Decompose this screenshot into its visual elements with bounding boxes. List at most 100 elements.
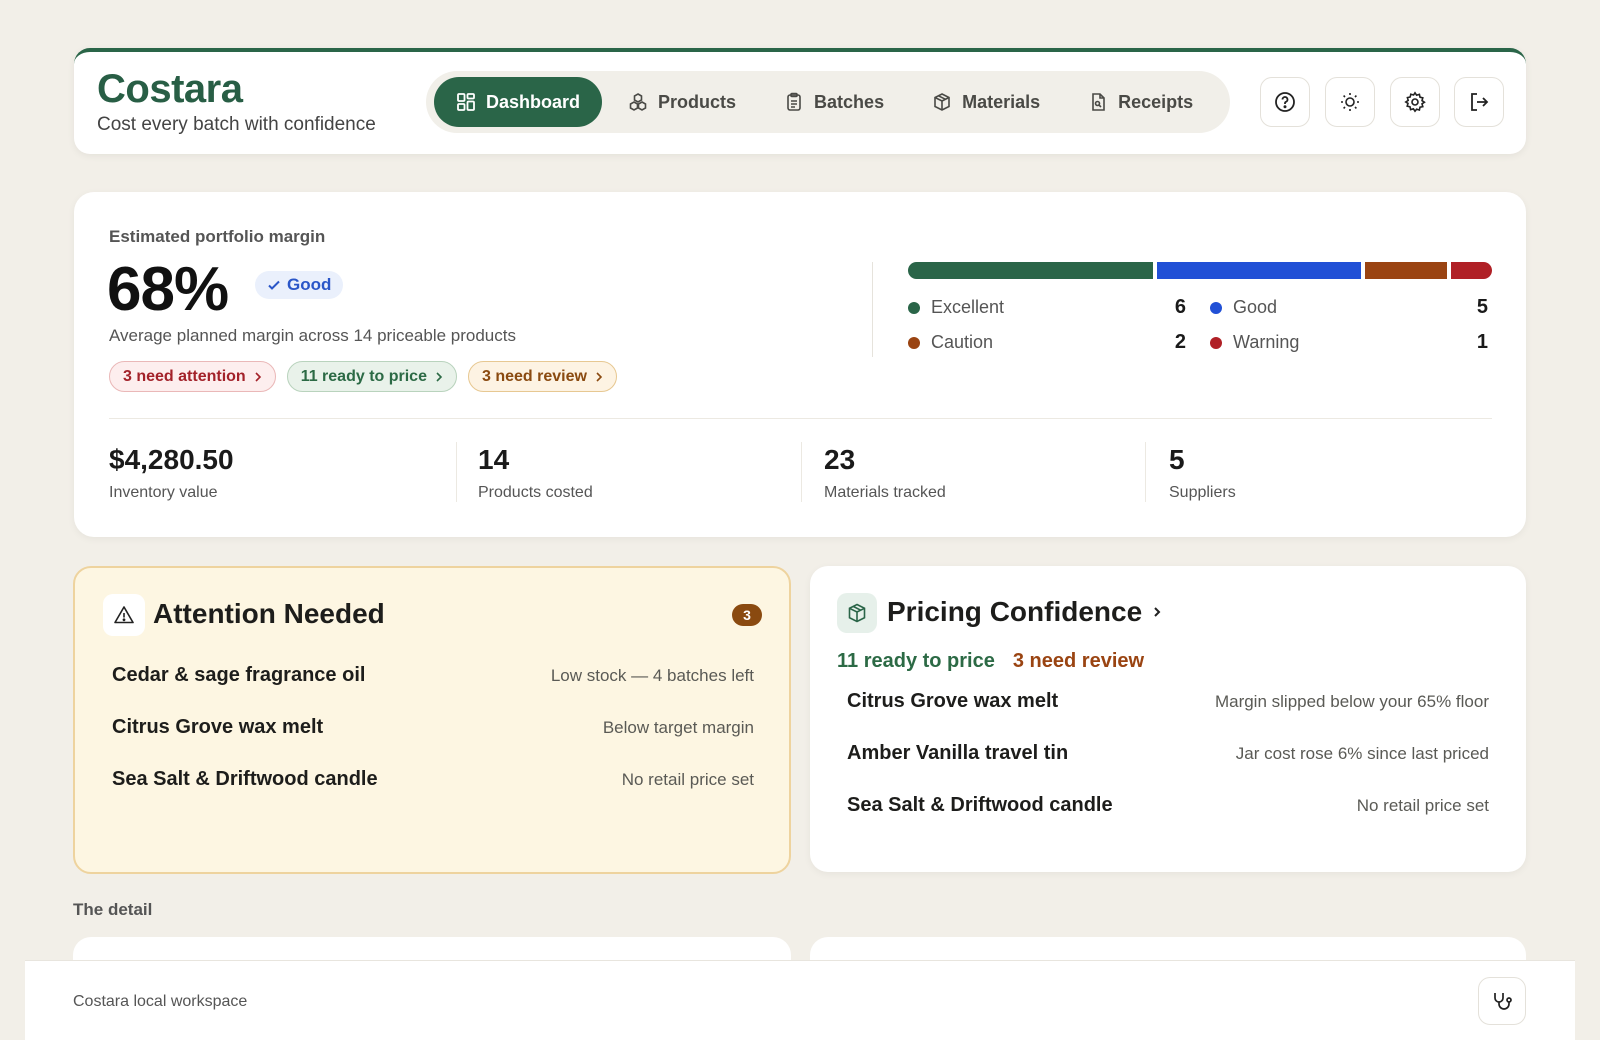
summary-description: Average planned margin across 14 priceab… [109,326,516,345]
clipboard-icon [787,92,801,111]
help-button[interactable] [1260,77,1310,127]
legend-count: 2 [1174,331,1186,353]
ready-to-price-chip[interactable]: 11 ready to price [286,361,457,392]
item-note: Below target margin [602,717,754,737]
legend-excellent: Excellent 6 [908,296,1186,319]
section-heading: The detail [73,900,153,919]
item-note: No retail price set [1356,795,1489,815]
stat-materials-tracked: 23 Materials tracked [824,444,946,502]
divider [801,442,802,502]
stat-label: Products costed [478,484,593,501]
margin-distribution-bar [908,262,1492,279]
stat-label: Suppliers [1169,484,1236,501]
legend-good: Good 5 [1210,296,1488,319]
stat-label: Inventory value [109,484,218,501]
stat-value: 14 [478,444,510,475]
nav-receipts[interactable]: Receipts [1064,77,1217,127]
need-review-chip[interactable]: 3 need review [467,361,617,392]
attention-title: Attention Needed [153,598,385,629]
divider [109,418,1492,419]
nav-label: Materials [962,91,1041,112]
attention-item[interactable]: Cedar & sage fragrance oil Low stock — 4… [112,664,754,687]
attention-count-badge: 3 [732,604,762,626]
stat-inventory-value: $4,280.50 Inventory value [109,444,234,502]
ready-to-price-text: 11 ready to price [837,650,995,672]
nav-batches[interactable]: Batches [760,77,908,127]
summary-chips: 3 need attention 11 ready to price 3 nee… [109,361,617,392]
grid-icon [457,93,475,111]
legend-count: 1 [1476,331,1488,353]
item-name: Amber Vanilla travel tin [847,742,1069,764]
settings-button[interactable] [1390,77,1440,127]
pricing-summary: 11 ready to price 3 need review [837,650,1144,673]
dot-icon [908,336,920,349]
item-note: Low stock — 4 batches left [550,665,754,685]
pricing-item[interactable]: Amber Vanilla travel tin Jar cost rose 6… [847,742,1489,765]
nav-label: Batches [814,91,885,112]
theme-toggle-button[interactable] [1325,77,1375,127]
item-note: Jar cost rose 6% since last priced [1235,743,1489,763]
bar-segment-good [1157,262,1362,279]
legend-warning: Warning 1 [1210,331,1488,354]
package-icon [848,603,866,623]
legend-label: Excellent [931,297,1005,317]
logout-icon [1471,93,1489,111]
help-icon [1275,92,1295,112]
footer: Costara local workspace [25,960,1575,1040]
gear-icon [1404,91,1426,113]
pricing-title-link[interactable]: Pricing Confidence [887,596,1162,628]
pricing-item[interactable]: Citrus Grove wax melt Margin slipped bel… [847,690,1489,713]
item-note: Margin slipped below your 65% floor [1214,691,1489,711]
stat-label: Materials tracked [824,484,946,501]
attention-item[interactable]: Citrus Grove wax melt Below target margi… [112,716,754,739]
legend-count: 6 [1174,296,1186,318]
divider [1145,442,1146,502]
summary-label: Estimated portfolio margin [109,227,326,246]
chevron-right-icon [1154,607,1161,617]
diagnostics-button[interactable] [1478,977,1526,1025]
nav-products[interactable]: Products [604,77,760,127]
item-name: Citrus Grove wax melt [847,690,1059,712]
stat-suppliers: 5 Suppliers [1169,444,1236,502]
divider [456,442,457,502]
legend-count: 5 [1476,296,1488,318]
attention-item[interactable]: Sea Salt & Driftwood candle No retail pr… [112,768,754,791]
shapes-icon [629,93,647,111]
pricing-title: Pricing Confidence [887,596,1143,627]
legend-label: Caution [931,332,994,352]
stat-value: 23 [824,444,856,475]
chevron-right-icon [436,371,443,382]
item-name: Sea Salt & Driftwood candle [847,794,1113,816]
main-nav: Dashboard Products Batches Materials Rec… [426,71,1230,133]
package-icon [934,93,950,111]
need-attention-chip[interactable]: 3 need attention [109,361,276,392]
item-name: Sea Salt & Driftwood candle [112,768,378,790]
brand-title: Costara [97,67,243,111]
brand: Costara Cost every batch with confidence [97,66,376,136]
check-icon [268,280,280,290]
stethoscope-icon [1494,993,1512,1010]
chevron-right-icon [255,371,261,382]
warning-icon [114,606,134,624]
nav-label: Products [658,91,737,112]
nav-materials[interactable]: Materials [908,77,1064,127]
bar-segment-warning [1451,262,1492,279]
legend-label: Warning [1233,332,1300,352]
dot-icon [1210,336,1222,349]
portfolio-summary-card: Estimated portfolio margin 68% Good Aver… [74,192,1526,537]
divider [872,262,873,357]
item-note: No retail price set [621,769,754,789]
attention-icon-wrap [103,594,145,636]
chip-label: 3 need review [481,367,587,385]
portfolio-margin-value: 68% [107,255,229,324]
item-name: Cedar & sage fragrance oil [112,664,366,686]
sun-icon [1341,93,1359,111]
nav-dashboard[interactable]: Dashboard [434,77,603,127]
nav-label: Dashboard [486,91,581,112]
chip-label: 11 ready to price [300,367,427,385]
brand-subtitle: Cost every batch with confidence [97,114,376,135]
legend-caution: Caution 2 [908,331,1186,354]
logout-button[interactable] [1454,77,1504,127]
pricing-item[interactable]: Sea Salt & Driftwood candle No retail pr… [847,794,1489,817]
status-badge-label: Good [287,275,332,294]
